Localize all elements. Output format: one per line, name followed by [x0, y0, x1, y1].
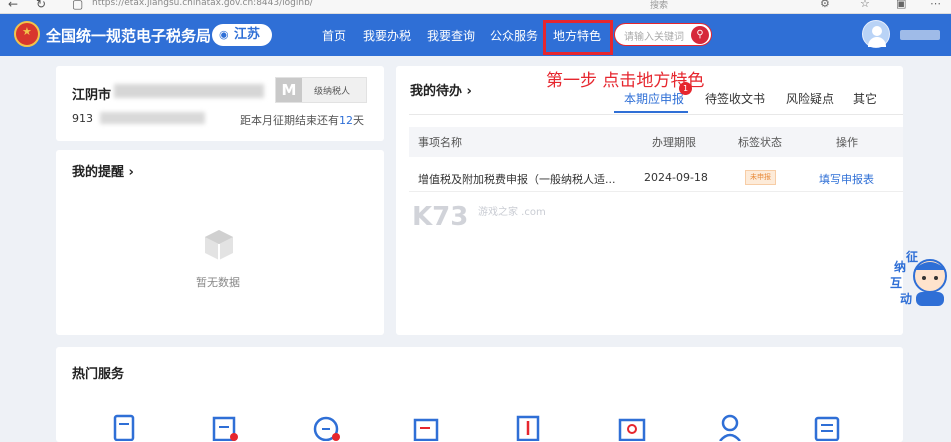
tab-pending-documents[interactable]: 待签收文书	[705, 90, 765, 107]
service-scroll-icon[interactable]	[110, 413, 138, 441]
empty-state-text: 暂无数据	[196, 276, 240, 289]
company-name-blurred	[114, 84, 264, 98]
widget-char-3: 互	[890, 276, 903, 290]
browser-toolbar: ← ↻ ▢ https://etax.jiangsu.chinatax.gov.…	[0, 0, 951, 14]
todo-title[interactable]: 我的待办 ›	[410, 80, 472, 99]
more-icon[interactable]: ⋯	[930, 0, 941, 10]
nav-home[interactable]: 首页	[322, 27, 346, 44]
address-bar[interactable]: https://etax.jiangsu.chinatax.gov.cn:844…	[92, 0, 313, 8]
active-tab-indicator	[614, 111, 688, 113]
tax-id-blurred	[100, 112, 205, 124]
todo-item-name[interactable]: 增值税及附加税费申报（一般纳税人适...	[418, 171, 616, 187]
avatar[interactable]	[862, 20, 890, 48]
region-selector[interactable]: ◉ 江苏	[212, 24, 272, 46]
favorites-icon[interactable]: ☆	[860, 0, 870, 10]
username-blurred[interactable]	[900, 30, 940, 40]
tax-id: 913	[72, 112, 93, 125]
service-payment-icon[interactable]	[514, 413, 542, 441]
my-todo-card: 我的待办 › 第一步 点击地方特色 本期应申报 1 待签收文书 风险疑点 其它 …	[396, 66, 903, 335]
column-header-status: 标签状态	[738, 136, 782, 149]
site-title[interactable]: 全国统一规范电子税务局	[46, 25, 211, 46]
reminders-title[interactable]: 我的提醒 ›	[72, 161, 134, 180]
nav-query[interactable]: 我要查询	[427, 27, 475, 44]
widget-char-1: 征	[906, 250, 919, 264]
tab-risk-issues[interactable]: 风险疑点	[786, 90, 834, 107]
service-vat-icon[interactable]	[210, 413, 238, 441]
deadline-countdown: 距本月征期结束还有12天	[240, 114, 364, 127]
location-pin-icon: ◉	[219, 28, 229, 41]
todo-item-deadline: 2024-09-18	[644, 171, 708, 184]
hot-services-title: 热门服务	[72, 367, 125, 382]
company-name: 江阴市	[72, 88, 112, 103]
my-reminders-card: 我的提醒 › 暂无数据	[56, 150, 384, 335]
level-label: 级纳税人	[314, 87, 351, 97]
watermark-logo: K73	[412, 202, 469, 232]
taxpayer-level-badge: M 级纳税人	[275, 77, 367, 103]
widget-char-4: 动	[900, 292, 913, 306]
region-label: 江苏	[234, 27, 261, 42]
tab-current-filing[interactable]: 本期应申报	[624, 90, 684, 107]
service-list-icon[interactable]	[813, 413, 841, 441]
widget-char-2: 纳	[894, 260, 907, 274]
fill-declaration-link[interactable]: 填写申报表	[819, 171, 874, 187]
hot-services-card: 热门服务	[56, 347, 903, 442]
star-icon: ★	[22, 25, 32, 38]
column-header-name: 事项名称	[418, 136, 462, 149]
service-enterprise-icon[interactable]	[312, 413, 340, 441]
tax-emblem-logo: ★	[14, 21, 40, 47]
extensions-icon[interactable]: ▣	[896, 0, 906, 10]
service-invoice-icon[interactable]	[412, 413, 440, 441]
search-input[interactable]: 请输入关键词 ⚲	[614, 23, 712, 46]
tax-interaction-widget[interactable]: 征 纳 互 动	[888, 248, 951, 312]
column-header-deadline: 办理期限	[652, 136, 696, 149]
find-box[interactable]: 搜索	[650, 0, 668, 11]
level-letter: M	[276, 78, 302, 102]
refresh-icon[interactable]: ↻	[36, 0, 46, 11]
annotation-highlight-box	[543, 20, 613, 55]
settings-icon[interactable]: ⚙	[820, 0, 830, 10]
company-info-card: 江阴市 913 M 级纳税人 距本月征期结束还有12天	[56, 66, 384, 141]
tab-other[interactable]: 其它	[853, 90, 877, 107]
service-user-icon[interactable]	[716, 413, 744, 441]
watermark-text: 游戏之家 .com	[478, 207, 546, 218]
service-id-card-icon[interactable]	[618, 413, 646, 441]
search-placeholder: 请输入关键词	[624, 32, 684, 43]
empty-box-icon	[205, 230, 233, 260]
lock-icon[interactable]: ▢	[72, 0, 83, 11]
status-badge: 未申报	[745, 170, 776, 185]
top-header: ★ 全国统一规范电子税务局 ◉ 江苏 首页 我要办税 我要查询 公众服务 地方特…	[0, 14, 951, 56]
search-icon[interactable]: ⚲	[691, 26, 709, 44]
column-header-action: 操作	[836, 136, 858, 149]
back-icon[interactable]: ←	[8, 0, 18, 11]
nav-tax-handling[interactable]: 我要办税	[363, 27, 411, 44]
nav-public-service[interactable]: 公众服务	[490, 27, 538, 44]
tab-count-badge: 1	[679, 82, 692, 95]
